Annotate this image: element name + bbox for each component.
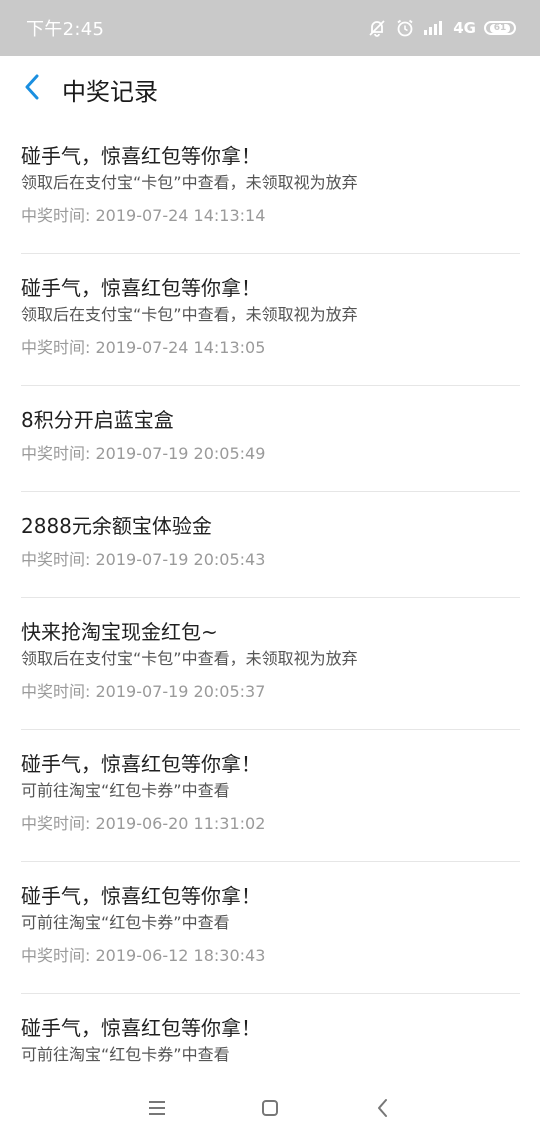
nav-back-button[interactable] [363, 1090, 403, 1130]
signal-icon [423, 20, 445, 36]
alarm-clock-icon [395, 18, 415, 38]
back-button[interactable] [18, 69, 46, 109]
record-item[interactable]: 2888元余额宝体验金 中奖时间: 2019-07-19 20:05:43 [21, 492, 520, 598]
status-bar: 下午2:45 4G 61 [0, 0, 540, 56]
nav-back-icon [376, 1098, 390, 1122]
record-item[interactable]: 碰手气，惊喜红包等你拿！ 可前往淘宝“红包卡券”中查看 中奖时间: 2019-0… [21, 862, 520, 994]
record-item[interactable]: 碰手气，惊喜红包等你拿！ 可前往淘宝“红包卡券”中查看 [21, 994, 520, 1080]
record-desc: 可前往淘宝“红包卡券”中查看 [21, 913, 230, 932]
record-item[interactable]: 碰手气，惊喜红包等你拿！ 领取后在支付宝“卡包”中查看，未领取视为放弃 中奖时间… [21, 254, 520, 386]
record-time: 中奖时间: 2019-07-24 14:13:14 [21, 206, 266, 225]
record-item[interactable]: 碰手气，惊喜红包等你拿！ 可前往淘宝“红包卡券”中查看 中奖时间: 2019-0… [21, 730, 520, 862]
chevron-left-icon [23, 74, 41, 104]
record-title: 碰手气，惊喜红包等你拿！ [21, 1016, 261, 1040]
record-time: 中奖时间: 2019-07-19 20:05:43 [21, 550, 266, 569]
home-button[interactable] [250, 1090, 290, 1130]
battery-level: 61 [489, 23, 511, 33]
record-desc: 领取后在支付宝“卡包”中查看，未领取视为放弃 [21, 305, 358, 324]
record-desc: 领取后在支付宝“卡包”中查看，未领取视为放弃 [21, 173, 358, 192]
record-item[interactable]: 快来抢淘宝现金红包~ 领取后在支付宝“卡包”中查看，未领取视为放弃 中奖时间: … [21, 598, 520, 730]
home-square-icon [260, 1098, 280, 1122]
record-time: 中奖时间: 2019-07-19 20:05:49 [21, 444, 266, 463]
record-list[interactable]: 碰手气，惊喜红包等你拿！ 领取后在支付宝“卡包”中查看，未领取视为放弃 中奖时间… [0, 122, 540, 1080]
status-time: 下午2:45 [26, 19, 105, 40]
record-time: 中奖时间: 2019-06-20 11:31:02 [21, 814, 266, 833]
record-title: 碰手气，惊喜红包等你拿！ [21, 884, 261, 908]
app-header: 中奖记录 [0, 56, 540, 122]
record-desc: 可前往淘宝“红包卡券”中查看 [21, 781, 230, 800]
record-desc: 可前往淘宝“红包卡券”中查看 [21, 1045, 230, 1064]
record-title: 快来抢淘宝现金红包~ [21, 620, 218, 644]
record-title: 2888元余额宝体验金 [21, 514, 212, 538]
bell-off-icon [367, 18, 387, 38]
record-time: 中奖时间: 2019-07-24 14:13:05 [21, 338, 266, 357]
battery-icon: 61 [484, 21, 516, 35]
network-type: 4G [453, 19, 476, 37]
menu-button[interactable] [137, 1090, 177, 1130]
record-item[interactable]: 8积分开启蓝宝盒 中奖时间: 2019-07-19 20:05:49 [21, 386, 520, 492]
record-title: 碰手气，惊喜红包等你拿！ [21, 144, 261, 168]
menu-icon [147, 1100, 167, 1120]
record-item[interactable]: 碰手气，惊喜红包等你拿！ 领取后在支付宝“卡包”中查看，未领取视为放弃 中奖时间… [21, 122, 520, 254]
record-time: 中奖时间: 2019-06-12 18:30:43 [21, 946, 266, 965]
status-icons: 4G 61 [367, 18, 516, 38]
record-title: 8积分开启蓝宝盒 [21, 408, 174, 432]
record-title: 碰手气，惊喜红包等你拿！ [21, 752, 261, 776]
record-title: 碰手气，惊喜红包等你拿！ [21, 276, 261, 300]
system-nav-bar [0, 1080, 540, 1140]
page-title: 中奖记录 [62, 77, 158, 106]
record-time: 中奖时间: 2019-07-19 20:05:37 [21, 682, 266, 701]
record-desc: 领取后在支付宝“卡包”中查看，未领取视为放弃 [21, 649, 358, 668]
